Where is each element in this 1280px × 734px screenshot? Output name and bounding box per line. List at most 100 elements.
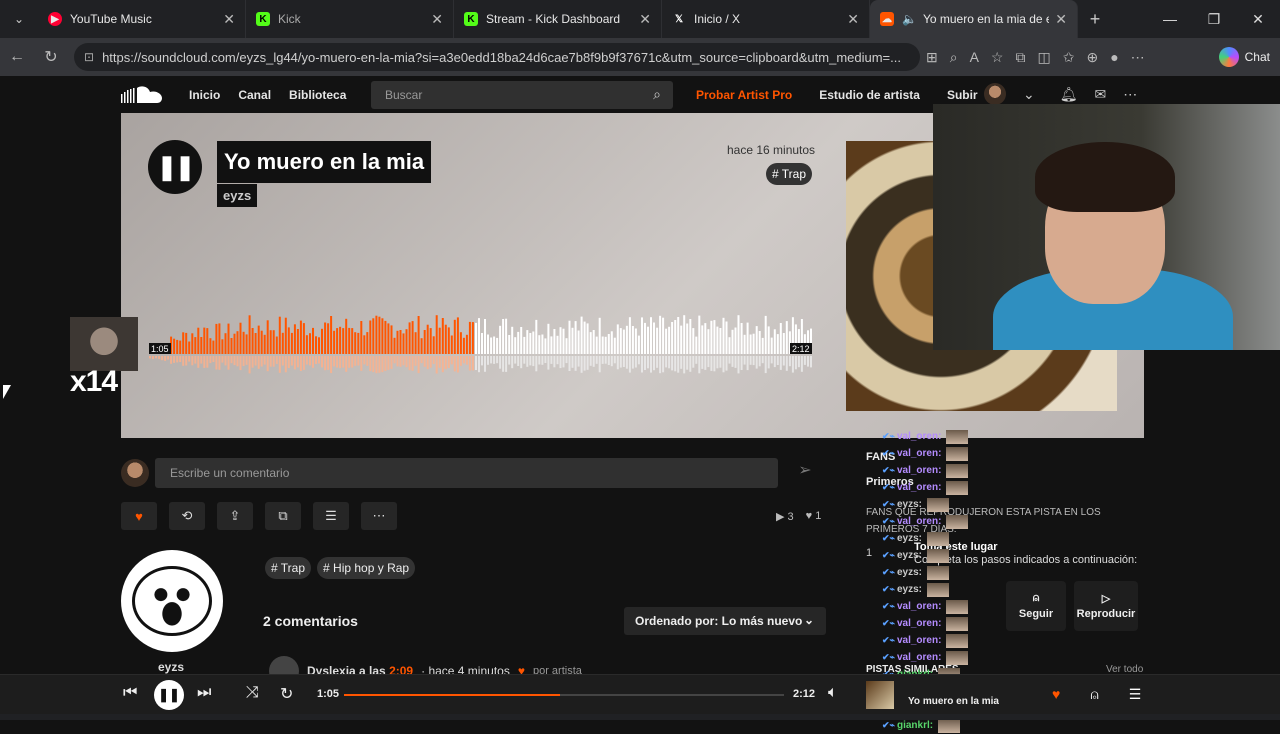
waveform-bar [583,321,586,354]
waveform-bar [604,336,607,354]
waveform[interactable]: 1:05 2:12 [149,299,813,381]
tag-trap[interactable]: # Trap [265,557,312,579]
favorites-icon[interactable]: ✩ [1063,49,1075,66]
apps-icon[interactable]: ⊞ [926,49,938,66]
follow-button[interactable]: ⍝ Seguir [1006,581,1066,631]
next-icon[interactable]: ⏭ [197,684,211,702]
follow-icon[interactable]: ⍝ [1090,686,1098,703]
back-button[interactable]: ← [0,48,34,66]
chat-badge-icon: ✔⌁ [882,567,895,577]
artist-avatar[interactable] [121,550,223,652]
artist-pro-link[interactable]: Probar Artist Pro [696,88,792,102]
waveform-reflection-bar [475,356,477,370]
tab-youtube-music[interactable]: ▶ YouTube Music ✕ [38,0,246,38]
extensions-icon[interactable]: ⧉ [1015,49,1025,66]
repost-button[interactable]: ⟲ [169,502,205,530]
track-artist[interactable]: eyzs [217,184,258,207]
tab-x[interactable]: 𝕏 Inicio / X ✕ [662,0,870,38]
close-icon[interactable]: ✕ [431,11,443,28]
close-icon[interactable]: ✕ [847,11,859,28]
waveform-reflection-bar [647,356,649,369]
pause-icon: ❚❚ [156,153,195,181]
add-to-next-button[interactable]: ☰ [313,502,349,530]
reload-button[interactable]: ↻ [34,47,68,67]
waveform-reflection-bar [260,356,263,367]
volume-icon[interactable]: 🔈︎ [828,684,838,702]
close-window-button[interactable]: ✕ [1236,0,1280,38]
new-tab-button[interactable]: + [1078,9,1112,30]
waveform-reflection-bar [601,356,604,364]
repeat-icon[interactable]: ↻ [280,684,293,704]
nav-biblioteca[interactable]: Biblioteca [289,88,346,102]
url-field[interactable]: ⊡ https://soundcloud.com/eyzs_lg44/yo-mu… [74,43,920,71]
tab-kick-dashboard[interactable]: K Stream - Kick Dashboard ✕ [454,0,662,38]
comment-input[interactable]: Escribe un comentario [155,458,778,488]
search-input[interactable]: Buscar ⌕ [371,81,673,109]
like-icon[interactable]: ♥ [1052,686,1060,703]
close-icon[interactable]: ✕ [1055,11,1067,28]
waveform-bar [206,328,209,354]
shuffle-icon[interactable]: ⤨ [246,684,259,702]
collections-icon[interactable]: ⊕ [1086,49,1098,66]
waveform-bar [333,330,336,354]
waveform-reflection-bar [731,356,734,367]
tag-hiphop[interactable]: # Hip hop y Rap [317,557,416,579]
waveform-reflection-bar [740,356,743,370]
close-icon[interactable]: ✕ [639,11,651,28]
now-playing-title[interactable]: Yo muero en la mia [908,696,999,707]
genre-tag[interactable]: # Trap [766,163,813,185]
search-icon[interactable]: ⌕ [653,86,661,103]
like-button[interactable]: ♥ [121,502,157,530]
zoom-icon[interactable]: ⌕ [950,49,958,66]
waveform-reflection-bar [514,356,517,364]
waveform-bar [656,327,659,354]
artist-name[interactable]: eyzs [158,660,184,674]
copy-link-button[interactable]: ⧉ [265,502,301,530]
waveform-reflection-bar [607,356,610,365]
waveform-bar [173,338,176,354]
soundcloud-logo-icon[interactable] [121,85,163,105]
close-icon[interactable]: ✕ [223,11,235,28]
pause-button[interactable]: ❚❚ [148,140,202,194]
favorite-star-icon[interactable]: ☆ [991,49,1004,66]
split-screen-icon[interactable]: ◫ [1037,49,1050,66]
waveform-reflection-bar [698,356,701,374]
chat-badge-icon: ✔⌁ [882,635,895,645]
sort-dropdown[interactable]: Ordenado por: Lo más nuevo ⌄ [624,607,826,635]
waveform-reflection-bar [345,356,348,372]
chat-username: val_oren: [896,618,942,629]
minimize-button[interactable]: — [1148,0,1192,38]
tab-soundcloud[interactable]: ☁ 🔈 Yo muero en la mia de eyzs ✕ [870,0,1078,38]
site-info-icon[interactable]: ⊡ [84,50,94,64]
waveform-bar [417,316,420,354]
profile-icon[interactable]: ● [1110,49,1118,65]
more-icon[interactable]: ⋯ [1131,49,1145,66]
waveform-bar [665,328,668,354]
copilot-chat-button[interactable]: Chat [1218,45,1270,69]
queue-icon[interactable]: ☰ [1129,686,1142,703]
waveform-reflection-bar [152,356,154,360]
more-button[interactable]: ⋯ [361,502,397,530]
waveform-reflection-bar [565,356,568,364]
send-icon[interactable]: ➢ [788,460,822,486]
play-button[interactable]: ▷ Reproducir [1074,581,1138,631]
tab-kick[interactable]: K Kick ✕ [246,0,454,38]
maximize-button[interactable]: ❐ [1192,0,1236,38]
comments-count: 2 comentarios [263,613,358,629]
previous-icon[interactable]: ⏮ [123,684,137,702]
waveform-bar [182,332,185,354]
waveform-bar [236,331,239,354]
track-stats: ▶ 3 ♥ 1 [776,510,821,523]
waveform-bar [399,330,402,354]
nav-inicio[interactable]: Inicio [189,88,220,102]
now-playing-artwork[interactable] [866,681,894,709]
share-button[interactable]: ⇪ [217,502,253,530]
waveform-reflection-bar [453,356,456,372]
tab-list-button[interactable]: ⌄ [0,0,38,38]
pause-button[interactable]: ❚❚ [154,680,184,710]
speaker-icon[interactable]: 🔈 [902,12,917,26]
waveform-bar [565,338,568,354]
read-aloud-icon[interactable]: A [970,49,979,65]
nav-canal[interactable]: Canal [238,88,271,102]
progress-bar[interactable] [344,694,784,696]
